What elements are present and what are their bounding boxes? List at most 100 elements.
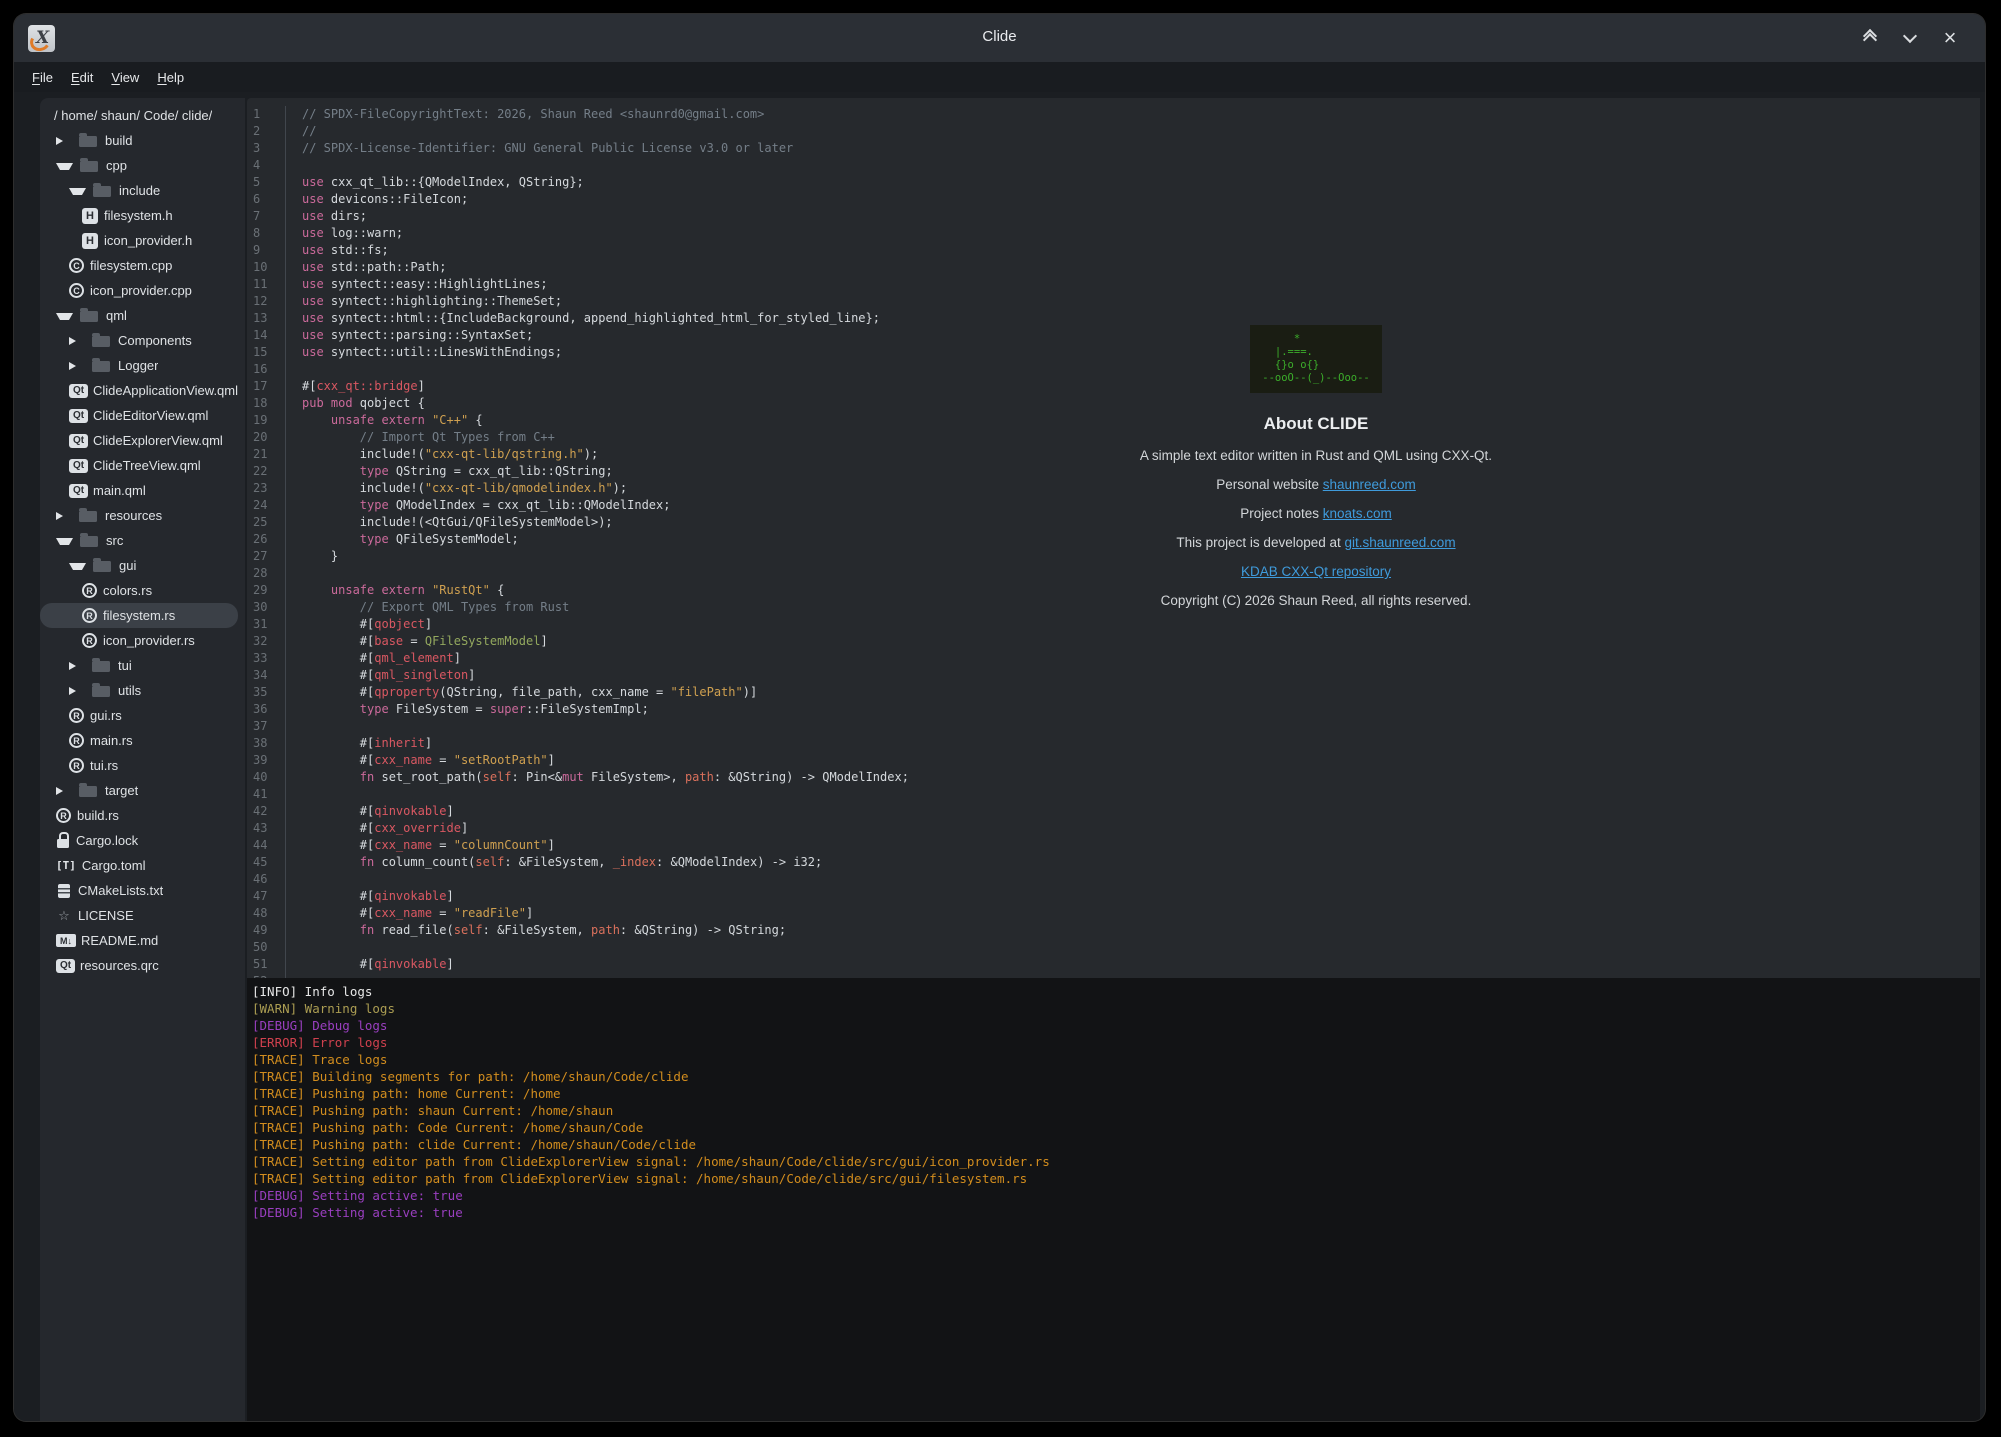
tree-item-components[interactable]: Components [40, 328, 245, 353]
log-line: [WARN] Warning logs [252, 1000, 1980, 1017]
menu-item-file[interactable]: File [23, 70, 62, 85]
tree-item-target[interactable]: target [40, 778, 245, 803]
line-number: 35 [247, 684, 286, 701]
chevron-right-icon[interactable] [69, 362, 85, 370]
chevron-right-icon[interactable] [69, 662, 85, 670]
chevron-down-icon[interactable] [56, 538, 73, 545]
tree-item-readme-md[interactable]: M↓README.md [40, 928, 245, 953]
line-number: 10 [247, 259, 286, 276]
chevron-right-icon[interactable] [69, 687, 85, 695]
chevron-right-icon[interactable] [56, 512, 72, 520]
tree-item-gui-rs[interactable]: Rgui.rs [40, 703, 245, 728]
tree-item-colors-rs[interactable]: Rcolors.rs [40, 578, 245, 603]
tree-item-label: ClideExplorerView.qml [93, 433, 223, 448]
file-icon-qt: Qt [69, 484, 88, 498]
tree-item-icon-provider-h[interactable]: Hicon_provider.h [40, 228, 245, 253]
tree-item-include[interactable]: include [40, 178, 245, 203]
titlebar[interactable]: X Clide × [14, 14, 1985, 62]
tree-item-filesystem-cpp[interactable]: Cfilesystem.cpp [40, 253, 245, 278]
tree-item-label: LICENSE [78, 908, 134, 923]
tree-item-label: build.rs [77, 808, 119, 823]
line-number: 48 [247, 905, 286, 922]
about-link[interactable]: git.shaunreed.com [1345, 535, 1456, 550]
tree-item-filesystem-h[interactable]: Hfilesystem.h [40, 203, 245, 228]
line-number: 37 [247, 718, 286, 735]
chevron-right-icon[interactable] [56, 787, 72, 795]
folder-icon [80, 161, 98, 172]
code-line: 49 fn read_file(self: &FileSystem, path:… [247, 922, 1980, 939]
tree-item-resources-qrc[interactable]: Qtresources.qrc [40, 953, 245, 978]
code-editor[interactable]: 1// SPDX-FileCopyrightText: 2026, Shaun … [247, 98, 1980, 978]
log-line: [TRACE] Building segments for path: /hom… [252, 1068, 1980, 1085]
tree-item-clideeditorview-qml[interactable]: QtClideEditorView.qml [40, 403, 245, 428]
tree-item-cargo-toml[interactable]: [T]Cargo.toml [40, 853, 245, 878]
menu-item-help[interactable]: Help [148, 70, 193, 85]
about-link[interactable]: shaunreed.com [1323, 477, 1416, 492]
tree-item-logger[interactable]: Logger [40, 353, 245, 378]
minimize-button[interactable] [1899, 23, 1921, 53]
folder-icon [80, 311, 98, 322]
tree-root-path[interactable]: / home/ shaun/ Code/ clide/ [40, 103, 245, 128]
tree-item-cpp[interactable]: cpp [40, 153, 245, 178]
tree-item-main-qml[interactable]: Qtmain.qml [40, 478, 245, 503]
chevron-right-icon[interactable] [56, 137, 72, 145]
file-tree-panel[interactable]: / home/ shaun/ Code/ clide/build cppinclu… [40, 98, 245, 1421]
tree-item-icon-provider-rs[interactable]: Ricon_provider.rs [40, 628, 245, 653]
folder-icon [93, 186, 111, 197]
line-number: 17 [247, 378, 286, 395]
tree-item-build[interactable]: build [40, 128, 245, 153]
line-number: 33 [247, 650, 286, 667]
log-line: [TRACE] Setting editor path from ClideEx… [252, 1170, 1980, 1187]
code-line: 6use devicons::FileIcon; [247, 191, 1980, 208]
chevron-right-icon[interactable] [69, 337, 85, 345]
tree-item-clideexplorerview-qml[interactable]: Qt ClideExplorerView.qml [40, 428, 245, 453]
tree-item-clideapplicationview-qml[interactable]: QtClideApplicationView.qml [40, 378, 245, 403]
tree-item-clidetreeview-qml[interactable]: QtClideTreeView.qml [40, 453, 245, 478]
tree-item-qml[interactable]: qml [40, 303, 245, 328]
log-console[interactable]: [INFO] Info logs[WARN] Warning logs[DEBU… [247, 978, 1980, 1421]
tree-item-utils[interactable]: utils [40, 678, 245, 703]
tree-item-label: tui [118, 658, 132, 673]
tree-item-label: ClideEditorView.qml [93, 408, 208, 423]
menu-item-view[interactable]: View [102, 70, 148, 85]
code-line: 12use syntect::highlighting::ThemeSet; [247, 293, 1980, 310]
line-number: 16 [247, 361, 286, 378]
tree-item-tui-rs[interactable]: Rtui.rs [40, 753, 245, 778]
about-line: Copyright (C) 2026 Shaun Reed, all right… [986, 594, 1646, 608]
tree-item-tui[interactable]: tui [40, 653, 245, 678]
tree-item-license[interactable]: ☆ LICENSE [40, 903, 245, 928]
file-icon-qt: Qt [56, 959, 75, 973]
chevron-down-icon[interactable] [56, 163, 73, 170]
folder-icon [79, 511, 97, 522]
tree-item-label: README.md [81, 933, 158, 948]
chevron-down-icon[interactable] [69, 563, 86, 570]
file-tree: / home/ shaun/ Code/ clide/build cppinclu… [40, 103, 245, 978]
tree-item-gui[interactable]: gui [40, 553, 245, 578]
code-line: 1// SPDX-FileCopyrightText: 2026, Shaun … [247, 106, 1980, 123]
chevron-down-icon[interactable] [69, 188, 86, 195]
file-icon-h: H [82, 233, 98, 249]
tree-item-build-rs[interactable]: Rbuild.rs [40, 803, 245, 828]
tree-item-label: build [105, 133, 132, 148]
tree-item-src[interactable]: src [40, 528, 245, 553]
code-line: 50 [247, 939, 1980, 956]
about-link[interactable]: knoats.com [1323, 506, 1392, 521]
file-icon-rs: R [82, 633, 97, 648]
tree-item-resources[interactable]: resources [40, 503, 245, 528]
about-link[interactable]: KDAB CXX-Qt repository [1241, 564, 1391, 579]
tree-item-cargo-lock[interactable]: Cargo.lock [40, 828, 245, 853]
tree-item-cmakelists-txt[interactable]: CMakeLists.txt [40, 878, 245, 903]
file-icon-license: ☆ [56, 908, 72, 924]
chevron-down-icon[interactable] [56, 313, 73, 320]
tree-item-filesystem-rs[interactable]: Rfilesystem.rs [40, 603, 238, 628]
line-number: 38 [247, 735, 286, 752]
line-number: 32 [247, 633, 286, 650]
tree-item-icon-provider-cpp[interactable]: Cicon_provider.cpp [40, 278, 245, 303]
close-button[interactable]: × [1939, 23, 1961, 53]
tree-item-main-rs[interactable]: Rmain.rs [40, 728, 245, 753]
menu-item-edit[interactable]: Edit [62, 70, 102, 85]
log-line: [TRACE] Pushing path: Code Current: /hom… [252, 1119, 1980, 1136]
file-icon-qt: Qt [69, 434, 88, 448]
maximize-button[interactable] [1859, 23, 1881, 53]
tree-item-label: tui.rs [90, 758, 118, 773]
